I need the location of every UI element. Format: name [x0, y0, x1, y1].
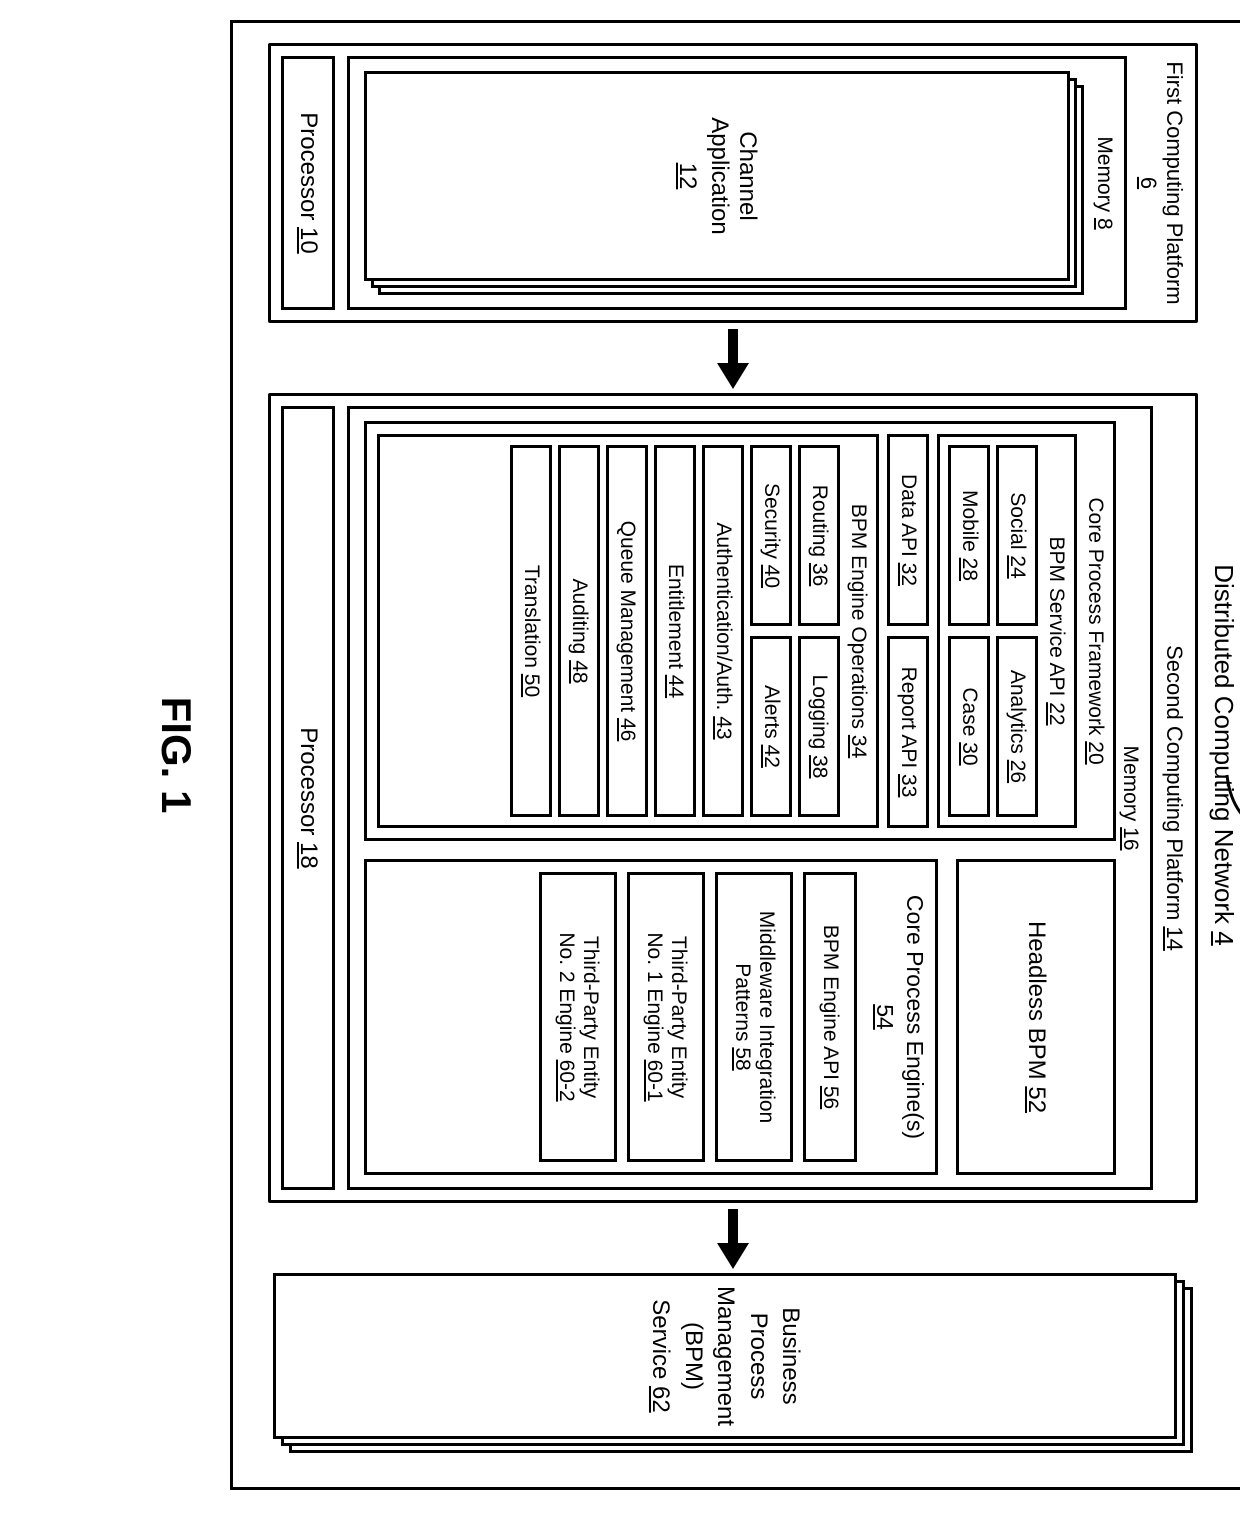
ops-routing: Routing 36 [798, 445, 840, 626]
ops-translation: Translation 50 [510, 445, 552, 817]
engine-middleware: Middleware Integration Patterns 58 [715, 872, 793, 1162]
right-column: Headless BPM 52 Core Process Engine(s) 5… [364, 859, 1116, 1175]
arrow-icon [268, 1203, 1198, 1273]
channel-app-stack: Channel Application 12 [364, 71, 1084, 295]
api-item-case: Case 30 [948, 636, 990, 817]
network-title: Distributed Computing Network 4 [1208, 43, 1239, 1467]
framework-title: Core Process Framework 20 [1083, 434, 1107, 828]
channel-app-ref: 12 [673, 117, 701, 234]
ops-security: Security 40 [750, 445, 792, 626]
bpm-service-api: BPM Service API 22 Social 24 Analytics 2… [937, 434, 1077, 828]
memory-columns: Core Process Framework 20 BPM Service AP… [364, 421, 1116, 1175]
platform1-ref: 6 [1136, 177, 1161, 189]
ops-entitlement: Entitlement 44 [654, 445, 696, 817]
report-api: Report API 33 [887, 636, 929, 828]
platform1-memory-title: Memory 8 [1092, 71, 1116, 295]
headless-bpm: Headless BPM 52 [956, 859, 1116, 1175]
ops-alerts: Alerts 42 [750, 636, 792, 817]
channel-app-text: Channel Application [705, 117, 761, 234]
ops-auditing: Auditing 48 [558, 445, 600, 817]
api-item-mobile: Mobile 28 [948, 445, 990, 626]
platform2-memory: Memory 16 Core Process Framework 20 [347, 406, 1153, 1190]
platform2-memory-title: Memory 16 [1118, 421, 1142, 1175]
first-computing-platform: First Computing Platform 6 Memory 8 Chan… [268, 43, 1198, 323]
platform1-memory: Memory 8 Channel Application 12 [347, 56, 1127, 310]
ops-logging: Logging 38 [798, 636, 840, 817]
core-process-engines: Core Process Engine(s) 54 BPM Engine API… [364, 859, 938, 1175]
channel-application: Channel Application 12 [364, 71, 1070, 281]
network-ref: 4 [1209, 931, 1239, 945]
bpm-engine-operations: BPM Engine Operations 34 Routing 36 Logg… [377, 434, 879, 828]
second-computing-platform: Second Computing Platform 14 Memory 16 C… [268, 393, 1198, 1203]
data-api: Data API 32 [887, 434, 929, 626]
platform2-title: Second Computing Platform 14 [1161, 406, 1187, 1190]
arrow-icon [268, 323, 1198, 393]
platform1-processor: Processor 10 [281, 56, 335, 310]
ops-auth: Authentication/Auth. 43 [702, 445, 744, 817]
ops-queue: Queue Management 46 [606, 445, 648, 817]
bpm-service-stack: Business Process Management (BPM) Servic… [273, 1273, 1193, 1453]
api-item-social: Social 24 [996, 445, 1038, 626]
api-item-analytics: Analytics 26 [996, 636, 1038, 817]
main-row: First Computing Platform 6 Memory 8 Chan… [268, 43, 1198, 1467]
figure-caption: FIG. 1 [152, 20, 200, 1490]
bpm-service: Business Process Management (BPM) Servic… [273, 1273, 1177, 1439]
network-container: 2 Distributed Computing Network 4 First … [230, 20, 1240, 1490]
core-process-framework: Core Process Framework 20 BPM Service AP… [364, 421, 1116, 841]
platform1-title-text: First Computing Platform [1162, 61, 1187, 304]
callout-curve [1225, 773, 1240, 833]
engine-third-party-1: Third-Party Entity No. 1 Engine 60-1 [627, 872, 705, 1162]
engine-bpm-api: BPM Engine API 56 [803, 872, 857, 1162]
platform2-processor: Processor 18 [281, 406, 335, 1190]
network-title-text: Distributed Computing Network [1209, 564, 1239, 924]
platform1-title: First Computing Platform 6 [1135, 56, 1187, 310]
engine-third-party-2: Third-Party Entity No. 2 Engine 60-2 [539, 872, 617, 1162]
